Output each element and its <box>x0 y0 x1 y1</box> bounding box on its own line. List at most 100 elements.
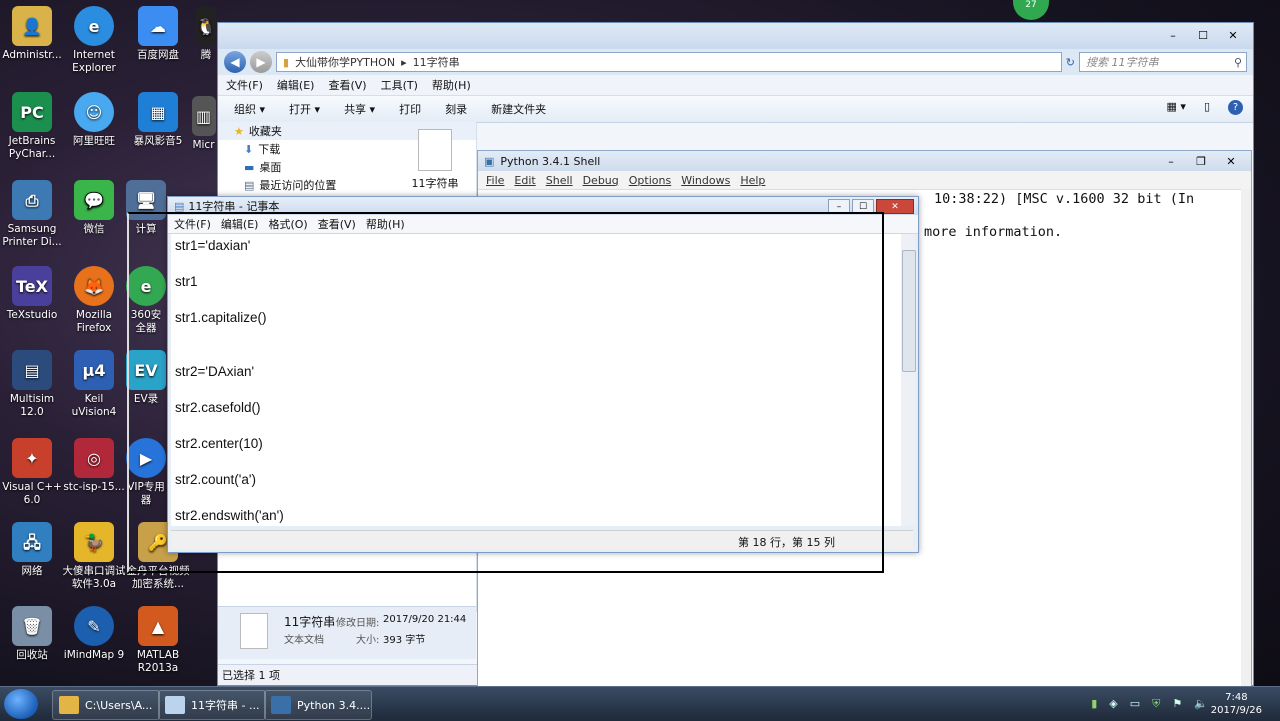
minimize-icon[interactable]: – <box>828 199 850 214</box>
shell-menu-file[interactable]: File <box>486 174 504 187</box>
taskbar-notepad-button[interactable]: 11字符串 - ... <box>158 690 266 720</box>
desktop-icon-texstudio[interactable]: TeX TeXstudio <box>0 266 64 322</box>
tray-flag-icon[interactable]: ⚑ <box>1172 697 1182 711</box>
menu-file[interactable]: 文件(F) <box>226 77 263 93</box>
close-icon[interactable]: ✕ <box>1221 27 1245 43</box>
texstudio-icon: TeX <box>12 266 52 306</box>
menu-tools[interactable]: 工具(T) <box>381 77 418 93</box>
shell-menu-edit[interactable]: Edit <box>514 174 535 187</box>
shell-scrollbar[interactable] <box>1241 189 1251 689</box>
shell-menu-help[interactable]: Help <box>740 174 765 187</box>
desktop-icon-stc-isp[interactable]: ◎ stc-isp-15... <box>62 438 126 494</box>
forward-icon[interactable]: ▶ <box>250 51 272 73</box>
desktop-icon-baidu-netdisk[interactable]: ☁ 百度网盘 <box>126 6 190 62</box>
open-button[interactable]: 打开 ▾ <box>289 101 320 117</box>
search-input[interactable]: 搜索 11字符串 ⚲ <box>1079 52 1247 72</box>
desktop-icon-matlab[interactable]: ▲ MATLAB R2013a <box>126 606 190 675</box>
desktop-icon-qq[interactable]: 🐧 腾 <box>196 6 216 62</box>
tray-app-icon[interactable]: ◈ <box>1109 697 1117 711</box>
explorer-menubar: 文件(F) 编辑(E) 查看(V) 工具(T) 帮助(H) <box>218 75 1253 96</box>
desktop-icon-pycharm[interactable]: PC JetBrains PyChar... <box>0 92 64 161</box>
shell-menu-debug[interactable]: Debug <box>583 174 619 187</box>
pycharm-icon: PC <box>12 92 52 132</box>
desktop-icon-baofeng[interactable]: ▦ 暴风影音5 <box>126 92 190 148</box>
desktop-icon-keil[interactable]: μ4 Keil uVision4 <box>62 350 126 419</box>
notepad-scrollbar[interactable] <box>901 234 916 526</box>
tray-network-icon[interactable]: ▭ <box>1130 697 1140 711</box>
desktop-icon-firefox[interactable]: 🦊 Mozilla Firefox <box>62 266 126 335</box>
breadcrumb-part[interactable]: 大仙带你学PYTHON <box>295 54 395 70</box>
desktop-icon-wechat[interactable]: 💬 微信 <box>62 180 126 236</box>
breadcrumb-part[interactable]: 11字符串 <box>413 54 460 70</box>
notepad-statusbar: 第 18 行，第 15 列 <box>171 530 913 549</box>
desktop-icon-microsoft[interactable]: ▥ Micr <box>190 96 217 152</box>
desktop-icon-multisim[interactable]: ▤ Multisim 12.0 <box>0 350 64 419</box>
desktop-icon-recycle-bin[interactable]: 🗑 回收站 <box>0 606 64 662</box>
tray-shield-icon[interactable]: ⛨ <box>1152 697 1160 711</box>
organize-button[interactable]: 组织 ▾ <box>234 101 265 117</box>
refresh-icon[interactable]: ↻ <box>1066 56 1075 69</box>
back-icon[interactable]: ◀ <box>224 51 246 73</box>
np-menu-file[interactable]: 文件(F) <box>174 216 211 232</box>
code-line: str1 <box>175 274 198 289</box>
shell-menu-options[interactable]: Options <box>629 174 671 187</box>
chevron-right-icon: ▸ <box>401 55 407 69</box>
tray-battery-icon[interactable]: ▮ <box>1091 697 1097 711</box>
minimize-icon[interactable]: – <box>1159 153 1183 169</box>
np-menu-edit[interactable]: 编辑(E) <box>221 216 259 232</box>
desktop-icon-serial-debug[interactable]: 🦆 大傻串口调试软件3.0a <box>62 522 126 591</box>
np-menu-help[interactable]: 帮助(H) <box>366 216 405 232</box>
desktop-icon-vip-player[interactable]: ▶ VIP专用器 <box>126 438 166 507</box>
menu-edit[interactable]: 编辑(E) <box>277 77 315 93</box>
minimize-icon[interactable]: – <box>1161 27 1185 43</box>
preview-pane-icon[interactable]: ▯ <box>1204 100 1210 115</box>
shell-menu-windows[interactable]: Windows <box>681 174 730 187</box>
taskbar-explorer-button[interactable]: C:\Users\A... <box>52 690 160 720</box>
view-options-icon[interactable]: ▦ ▾ <box>1167 100 1186 115</box>
tray-volume-icon[interactable]: 🔈 <box>1194 697 1208 711</box>
file-item[interactable]: 11字符串 <box>404 127 466 191</box>
desktop-icon-internet-explorer[interactable]: e Internet Explorer <box>62 6 126 75</box>
desktop-icon-samsung-printer[interactable]: ⎙ Samsung Printer Di... <box>0 180 64 249</box>
maximize-icon[interactable]: ☐ <box>852 199 874 214</box>
code-line: str2.count('a') <box>175 472 256 487</box>
desktop-icon-visual-cpp[interactable]: ✦ Visual C++ 6.0 <box>0 438 64 507</box>
share-button[interactable]: 共享 ▾ <box>344 101 375 117</box>
desktop-icon-administrator[interactable]: 👤 Administr... <box>0 6 64 62</box>
menu-view[interactable]: 查看(V) <box>328 77 366 93</box>
notification-badge: 27 <box>1013 0 1049 20</box>
print-button[interactable]: 打印 <box>399 101 421 117</box>
desktop-icon-imindmap[interactable]: ✎ iMindMap 9 <box>62 606 126 662</box>
recent-places-icon: ▤ <box>244 178 255 192</box>
np-menu-format[interactable]: 格式(O) <box>268 216 307 232</box>
menu-help[interactable]: 帮助(H) <box>432 77 471 93</box>
taskbar-python-button[interactable]: Python 3.4.... <box>264 690 372 720</box>
help-icon[interactable]: ? <box>1228 100 1243 115</box>
taskbar-clock[interactable]: 7:48 2017/9/26 <box>1211 691 1262 717</box>
np-menu-view[interactable]: 查看(V) <box>318 216 356 232</box>
start-button[interactable] <box>4 689 38 719</box>
desktop-icon-ev-recorder[interactable]: EV EV录 <box>126 350 166 406</box>
recycle-bin-icon: 🗑 <box>12 606 52 646</box>
restore-icon[interactable]: ❐ <box>1189 153 1213 169</box>
details-file-icon <box>240 613 268 649</box>
scrollbar-thumb[interactable] <box>902 250 916 372</box>
details-type: 文本文档 <box>284 635 324 646</box>
burn-button[interactable]: 刻录 <box>445 101 467 117</box>
desktop-icon-360-security[interactable]: e 360安全器 <box>126 266 166 335</box>
close-icon[interactable]: ✕ <box>1219 153 1243 169</box>
desktop-folder-icon: ▬ <box>244 160 255 174</box>
address-bar[interactable]: ▮ 大仙带你学PYTHON ▸ 11字符串 <box>276 52 1062 72</box>
maximize-icon[interactable]: ☐ <box>1191 27 1215 43</box>
details-name: 11字符串 <box>284 615 336 629</box>
close-icon[interactable]: ✕ <box>876 199 914 214</box>
details-modified: 2017/9/20 21:44 <box>383 614 467 625</box>
new-folder-button[interactable]: 新建文件夹 <box>491 101 546 117</box>
system-tray: ▮ ◈ ▭ ⛨ ⚑ 🔈 <box>1091 697 1208 711</box>
shell-menu-shell[interactable]: Shell <box>546 174 573 187</box>
desktop-icon-network[interactable]: 🖧 网络 <box>0 522 64 578</box>
ev-recorder-icon: EV <box>126 350 166 390</box>
desktop-icon-aliwangwang[interactable]: ☺ 阿里旺旺 <box>62 92 126 148</box>
notepad-text-area[interactable]: str1='daxian' str1 str1.capitalize() str… <box>171 234 901 526</box>
desktop-icon-computer[interactable]: 🖥 计算 <box>126 180 166 236</box>
